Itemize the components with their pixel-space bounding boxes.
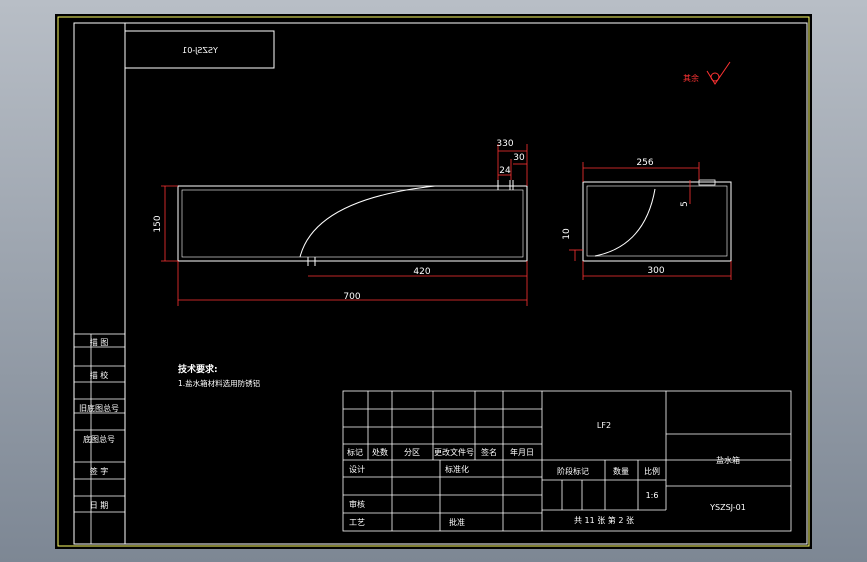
side-label-sign: 签 字 (90, 466, 109, 476)
dim-420: 420 (413, 267, 430, 277)
dim-150: 150 (153, 215, 163, 232)
tb-h-date: 年月日 (510, 447, 534, 457)
side-label-check: 描 校 (90, 370, 109, 380)
side-label-draw: 描 图 (90, 337, 109, 347)
dim-300: 300 (647, 266, 664, 276)
dim-256: 256 (636, 158, 653, 168)
tb-scale: 1:6 (646, 491, 659, 500)
drawing-sheet: YSZSJ-01 其余 150 420 700 330 30 24 256 5 … (55, 14, 812, 549)
side-label-date: 日 期 (90, 501, 109, 510)
tb-scale-label: 比例 (644, 466, 660, 476)
tb-standard: 标准化 (445, 464, 469, 474)
tb-review: 审核 (349, 499, 365, 509)
tb-stage: 阶段标记 (557, 466, 589, 476)
front-dimension-lines (161, 144, 528, 306)
tb-approve: 批准 (449, 517, 465, 527)
tb-material: LF2 (597, 421, 611, 430)
dim-24: 24 (499, 166, 511, 176)
dim-10: 10 (562, 228, 572, 240)
inner-frame (73, 22, 808, 545)
drawing-canvas: YSZSJ-01 其余 150 420 700 330 30 24 256 5 … (57, 16, 810, 547)
tb-h-sign: 签名 (481, 447, 497, 457)
roughness-symbol-icon (706, 61, 731, 85)
tb-weight: 数量 (613, 466, 629, 476)
tb-design: 设计 (349, 464, 365, 474)
tb-h-docno: 更改文件号 (434, 447, 474, 457)
cad-viewport: YSZSJ-01 其余 150 420 700 330 30 24 256 5 … (0, 0, 867, 562)
tech-item: 1.盐水箱材料选用防锈铝 (178, 378, 260, 388)
outer-border (57, 16, 810, 547)
side-label-old-no: 旧底图总号 (79, 403, 119, 413)
side-view (582, 179, 732, 262)
front-view (177, 180, 528, 266)
dim-700: 700 (343, 292, 360, 302)
dim-30: 30 (513, 153, 525, 163)
tb-part-name: 盐水箱 (716, 455, 740, 465)
side-label-base-no: 底图总号 (83, 434, 115, 444)
tb-sheets: 共 11 张 第 2 张 (574, 515, 634, 525)
tb-process: 工艺 (349, 518, 365, 527)
roughness-note: 其余 (683, 73, 699, 83)
mirrored-code-text: YSZSJ-01 (182, 46, 219, 55)
tech-title: 技术要求: (178, 363, 218, 375)
tb-h-mark: 标记 (347, 447, 363, 457)
tb-drawing-no: YSZSJ-01 (709, 503, 746, 512)
dim-330: 330 (496, 139, 513, 149)
tb-h-zone: 分区 (404, 448, 420, 457)
tb-h-count: 处数 (372, 447, 388, 457)
dim-5: 5 (680, 201, 690, 207)
